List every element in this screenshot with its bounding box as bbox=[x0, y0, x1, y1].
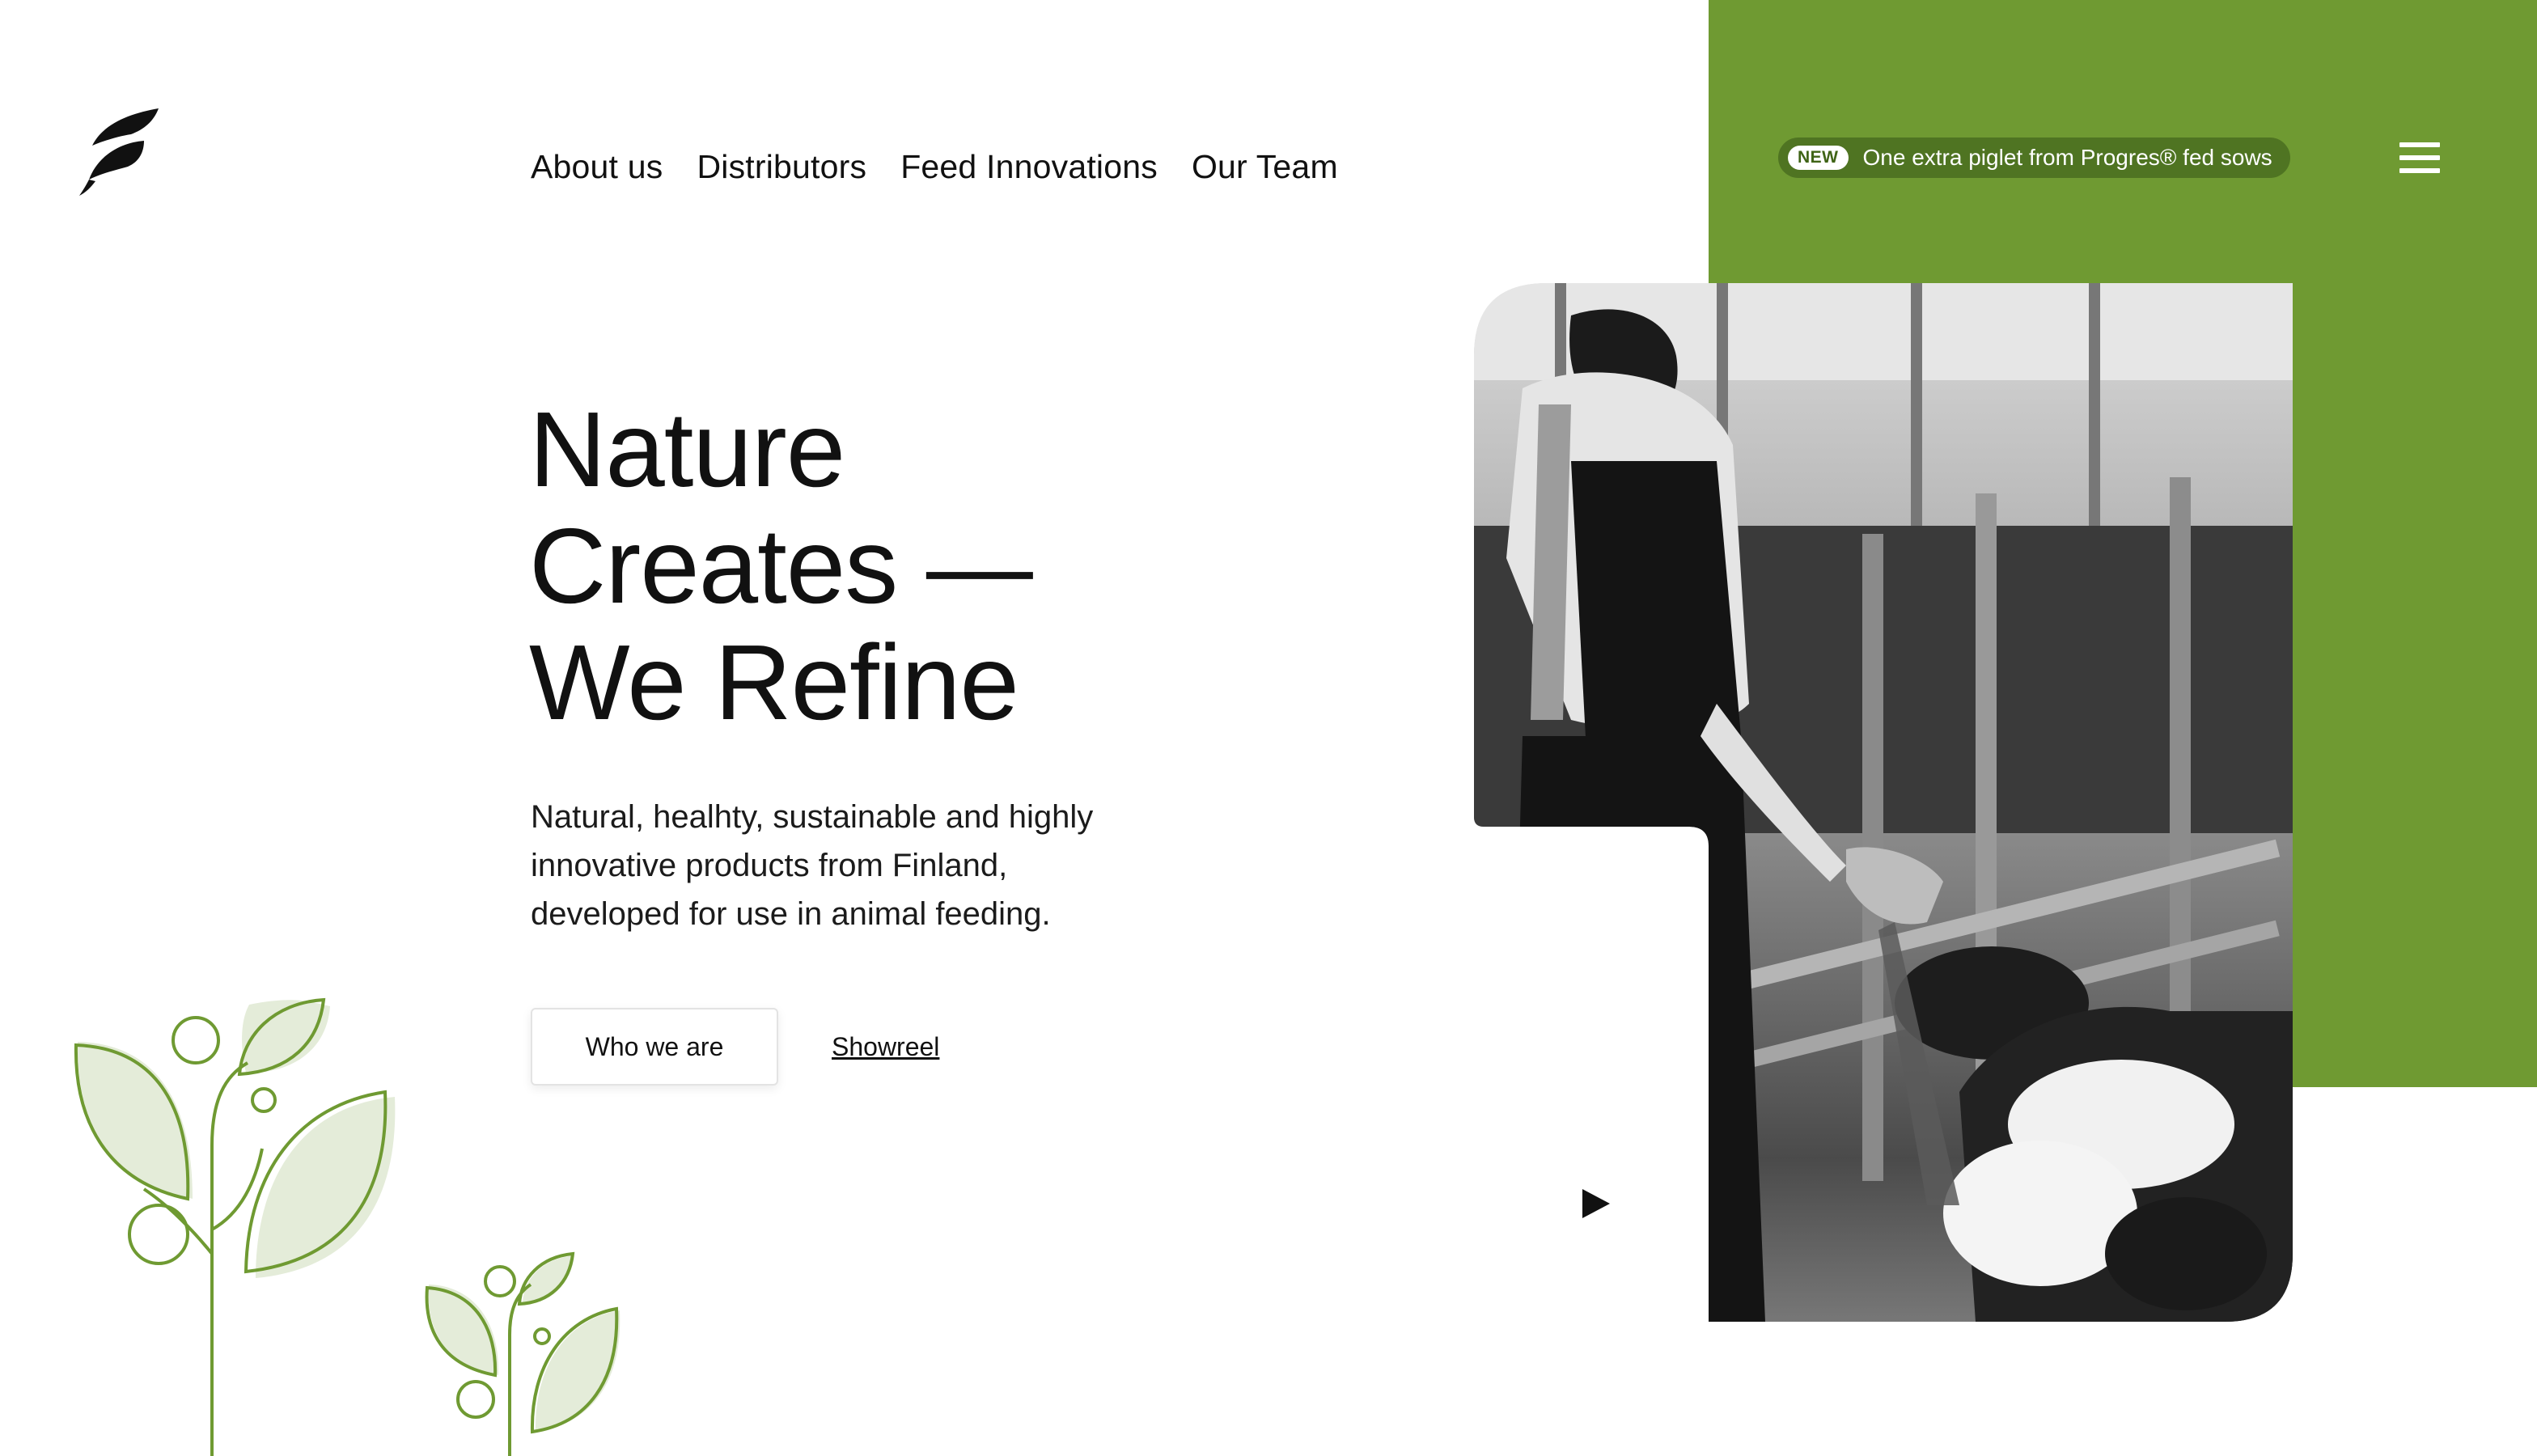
hero-title-line: We Refine bbox=[529, 623, 1019, 742]
announcement-text: One extra piglet from Progres® fed sows bbox=[1862, 145, 2272, 170]
hero-title-line: Nature bbox=[529, 390, 845, 509]
main-navigation: About us Distributors Feed Innovations O… bbox=[531, 144, 1338, 189]
nav-our-team-link[interactable]: Our Team bbox=[1192, 144, 1338, 189]
plant-illustration bbox=[74, 997, 396, 1456]
menu-bar-middle bbox=[2399, 155, 2440, 160]
nav-distributors-link[interactable]: Distributors bbox=[697, 144, 866, 189]
showreel-link[interactable]: Showreel bbox=[832, 1029, 939, 1064]
small-plant-illustration bbox=[425, 1251, 620, 1456]
new-badge: NEW bbox=[1788, 146, 1849, 170]
menu-bar-top bbox=[2399, 142, 2440, 147]
hero-title-line: Creates — bbox=[529, 506, 1033, 625]
nav-feed-innovations-link[interactable]: Feed Innovations bbox=[900, 144, 1158, 189]
hamburger-menu-icon[interactable] bbox=[2399, 142, 2440, 173]
nav-about-us-link[interactable]: About us bbox=[531, 144, 663, 189]
announcement-pill[interactable]: NEW One extra piglet from Progres® fed s… bbox=[1778, 138, 2290, 178]
hero-title: Nature Creates — We Refine bbox=[529, 392, 1257, 741]
hero-description: Natural, healhty, sustainable and highly… bbox=[531, 799, 1094, 932]
menu-bar-bottom bbox=[2399, 168, 2440, 173]
leaf-logo-icon[interactable] bbox=[74, 105, 163, 196]
farmer-feeding-cows-photo bbox=[1474, 283, 2293, 1322]
who-we-are-button[interactable]: Who we are bbox=[531, 1008, 778, 1086]
play-icon[interactable] bbox=[1578, 1186, 1613, 1221]
